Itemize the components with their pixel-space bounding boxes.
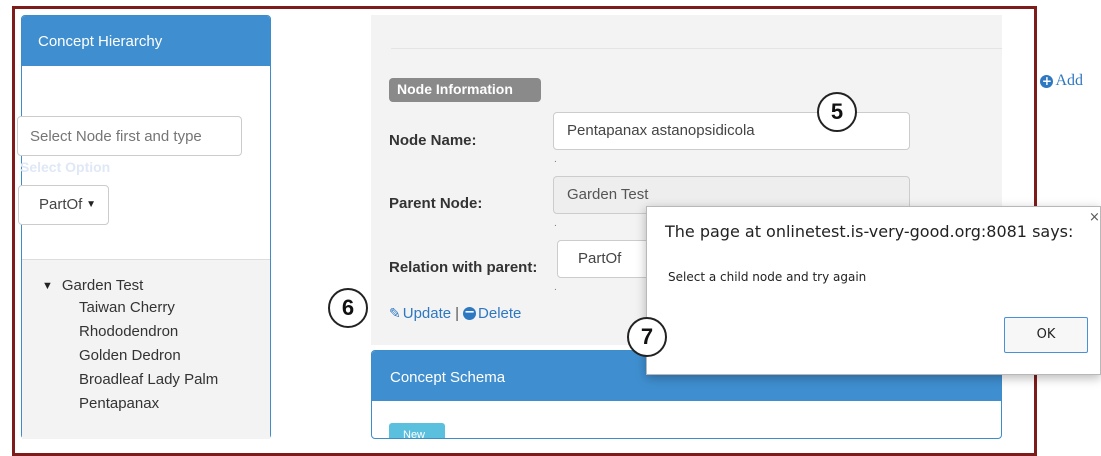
add-node-label: Add bbox=[1055, 72, 1083, 89]
action-separator: | bbox=[455, 305, 460, 322]
concept-hierarchy-title: Concept Hierarchy bbox=[22, 16, 270, 66]
pencil-icon: ✎ bbox=[389, 305, 401, 321]
relation-type-value: PartOf bbox=[39, 196, 83, 213]
delete-link[interactable]: Delete bbox=[478, 305, 521, 322]
node-search-input[interactable] bbox=[17, 116, 242, 156]
callout-6: 6 bbox=[328, 288, 368, 328]
tree-node-child[interactable]: Pentapanax bbox=[42, 392, 270, 416]
tree-expand-triangle-icon[interactable]: ▼ bbox=[42, 276, 53, 296]
tree-node-child[interactable]: Taiwan Cherry bbox=[42, 296, 270, 320]
concept-tree: ▼ Garden Test Taiwan Cherry Rhododendron… bbox=[22, 259, 270, 439]
divider bbox=[391, 48, 1002, 49]
tree-node-child[interactable]: Broadleaf Lady Palm bbox=[42, 368, 270, 392]
caret-down-icon: ▼ bbox=[86, 199, 96, 210]
relation-type-select[interactable]: PartOf ▼ bbox=[18, 185, 109, 225]
node-name-field[interactable]: Pentapanax astanopsidicola bbox=[553, 112, 910, 150]
alert-dialog: The page at onlinetest.is-very-good.org:… bbox=[646, 206, 1101, 375]
new-schema-button[interactable]: New bbox=[389, 423, 445, 438]
dialog-message: Select a child node and try again bbox=[668, 270, 867, 284]
plus-circle-icon: + bbox=[1040, 73, 1054, 88]
dialog-title: The page at onlinetest.is-very-good.org:… bbox=[665, 222, 1074, 241]
tree-node-label[interactable]: Garden Test bbox=[62, 276, 143, 296]
parent-node-label: Parent Node: bbox=[389, 195, 483, 212]
callout-5: 5 bbox=[817, 92, 857, 132]
node-information-badge: Node Information bbox=[389, 78, 541, 102]
select-option-label: Select Option bbox=[20, 159, 111, 175]
tree-node-child[interactable]: Rhododendron bbox=[42, 320, 270, 344]
relation-with-parent-field[interactable]: PartOf bbox=[557, 240, 657, 278]
relation-with-parent-label: Relation with parent: bbox=[389, 259, 538, 276]
callout-7: 7 bbox=[627, 317, 667, 357]
tree-node-root[interactable]: ▼ Garden Test bbox=[42, 276, 270, 296]
update-link[interactable]: Update bbox=[403, 305, 451, 322]
dot-marker: . bbox=[554, 154, 557, 165]
dot-marker: . bbox=[554, 282, 557, 293]
tree-node-child[interactable]: Golden Dedron bbox=[42, 344, 270, 368]
add-node-link[interactable]: + Add bbox=[1040, 72, 1083, 90]
dot-marker: . bbox=[554, 218, 557, 229]
close-icon[interactable]: × bbox=[1089, 210, 1100, 225]
node-name-label: Node Name: bbox=[389, 132, 477, 149]
node-actions: ✎ Update | − Delete bbox=[389, 305, 521, 322]
minus-circle-icon: − bbox=[463, 305, 477, 320]
concept-hierarchy-panel: Concept Hierarchy ▼ Garden Test Taiwan C… bbox=[21, 15, 271, 439]
ok-button[interactable]: OK bbox=[1004, 317, 1088, 353]
